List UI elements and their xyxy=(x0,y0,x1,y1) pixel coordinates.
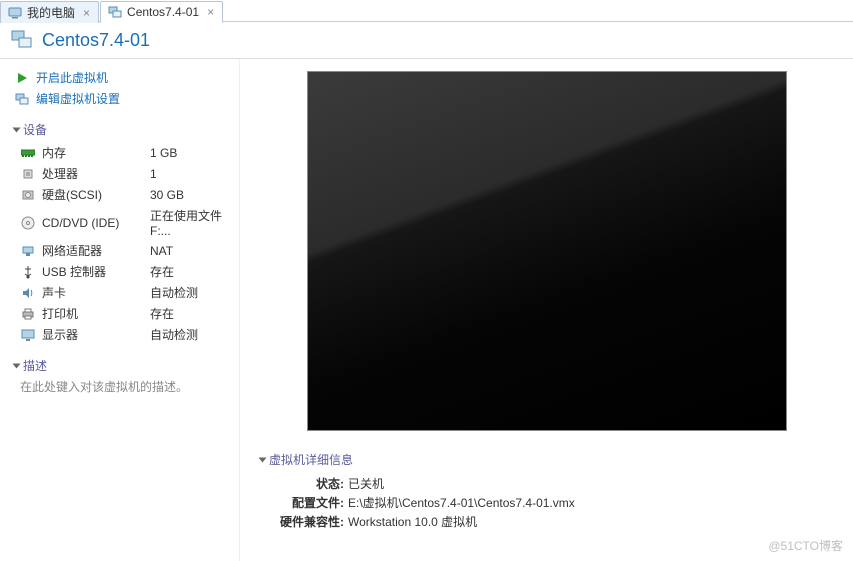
device-label: 网络适配器 xyxy=(42,242,144,259)
detail-state: 状态: 已关机 xyxy=(260,474,833,493)
section-title: 虚拟机详细信息 xyxy=(269,451,353,468)
detail-label: 硬件兼容性: xyxy=(278,513,344,530)
device-value: 1 xyxy=(150,167,157,181)
usb-icon xyxy=(20,264,36,280)
page-title: Centos7.4-01 xyxy=(42,30,150,51)
section-title: 描述 xyxy=(23,357,47,374)
description-placeholder[interactable]: 在此处键入对该虚拟机的描述。 xyxy=(14,378,225,395)
section-devices[interactable]: 设备 xyxy=(14,121,225,138)
header: Centos7.4-01 xyxy=(0,22,853,59)
device-disk[interactable]: 硬盘(SCSI) 30 GB xyxy=(14,184,225,205)
device-label: 处理器 xyxy=(42,165,144,182)
chevron-down-icon xyxy=(13,127,21,132)
chevron-down-icon xyxy=(259,457,267,462)
device-memory[interactable]: 内存 1 GB xyxy=(14,142,225,163)
device-cpu[interactable]: 处理器 1 xyxy=(14,163,225,184)
vm-icon xyxy=(10,28,34,52)
tab-my-computer[interactable]: 我的电脑 × xyxy=(0,1,99,23)
edit-settings-button[interactable]: 编辑虚拟机设置 xyxy=(14,88,225,109)
section-title: 设备 xyxy=(23,121,47,138)
computer-icon xyxy=(7,5,23,21)
vm-icon xyxy=(107,4,123,20)
tab-vm[interactable]: Centos7.4-01 × xyxy=(100,1,223,23)
device-value: 自动检测 xyxy=(150,326,198,343)
tab-bar: 我的电脑 × Centos7.4-01 × xyxy=(0,0,853,22)
device-display[interactable]: 显示器 自动检测 xyxy=(14,324,225,345)
device-value: 正在使用文件 F:... xyxy=(150,207,225,238)
detail-label: 状态: xyxy=(278,475,344,492)
chevron-down-icon xyxy=(13,363,21,368)
device-cd[interactable]: CD/DVD (IDE) 正在使用文件 F:... xyxy=(14,205,225,240)
detail-value: E:\虚拟机\Centos7.4-01\Centos7.4-01.vmx xyxy=(348,494,575,511)
watermark: @51CTO博客 xyxy=(768,537,843,554)
tab-label: 我的电脑 xyxy=(27,4,75,21)
memory-icon xyxy=(20,145,36,161)
vm-preview[interactable] xyxy=(307,71,787,431)
detail-config: 配置文件: E:\虚拟机\Centos7.4-01\Centos7.4-01.v… xyxy=(260,493,833,512)
power-on-button[interactable]: 开启此虚拟机 xyxy=(14,67,225,88)
edit-settings-icon xyxy=(14,91,30,107)
device-value: 存在 xyxy=(150,263,174,280)
device-label: 声卡 xyxy=(42,284,144,301)
device-printer[interactable]: 打印机 存在 xyxy=(14,303,225,324)
sidebar: 开启此虚拟机 编辑虚拟机设置 设备 内存 1 GB 处理器 1 硬盘(SCSI)… xyxy=(0,59,240,561)
device-label: 打印机 xyxy=(42,305,144,322)
device-label: CD/DVD (IDE) xyxy=(42,216,144,230)
section-description[interactable]: 描述 xyxy=(14,357,225,374)
device-label: 显示器 xyxy=(42,326,144,343)
device-label: 内存 xyxy=(42,144,144,161)
printer-icon xyxy=(20,306,36,322)
sound-icon xyxy=(20,285,36,301)
detail-value: Workstation 10.0 虚拟机 xyxy=(348,513,477,530)
detail-compat: 硬件兼容性: Workstation 10.0 虚拟机 xyxy=(260,512,833,531)
tab-label: Centos7.4-01 xyxy=(127,5,199,19)
device-sound[interactable]: 声卡 自动检测 xyxy=(14,282,225,303)
display-icon xyxy=(20,327,36,343)
play-icon xyxy=(14,70,30,86)
device-usb[interactable]: USB 控制器 存在 xyxy=(14,261,225,282)
device-value: 自动检测 xyxy=(150,284,198,301)
main-panel: 虚拟机详细信息 状态: 已关机 配置文件: E:\虚拟机\Centos7.4-0… xyxy=(240,59,853,561)
disk-icon xyxy=(20,187,36,203)
section-details[interactable]: 虚拟机详细信息 xyxy=(260,451,833,468)
action-label: 编辑虚拟机设置 xyxy=(36,90,120,107)
cd-icon xyxy=(20,215,36,231)
close-icon[interactable]: × xyxy=(207,5,214,19)
action-label: 开启此虚拟机 xyxy=(36,69,108,86)
device-value: NAT xyxy=(150,244,173,258)
device-net[interactable]: 网络适配器 NAT xyxy=(14,240,225,261)
network-icon xyxy=(20,243,36,259)
cpu-icon xyxy=(20,166,36,182)
device-value: 30 GB xyxy=(150,188,184,202)
detail-label: 配置文件: xyxy=(278,494,344,511)
device-value: 1 GB xyxy=(150,146,177,160)
close-icon[interactable]: × xyxy=(83,6,90,20)
detail-value: 已关机 xyxy=(348,475,384,492)
device-value: 存在 xyxy=(150,305,174,322)
device-label: 硬盘(SCSI) xyxy=(42,186,144,203)
device-label: USB 控制器 xyxy=(42,263,144,280)
